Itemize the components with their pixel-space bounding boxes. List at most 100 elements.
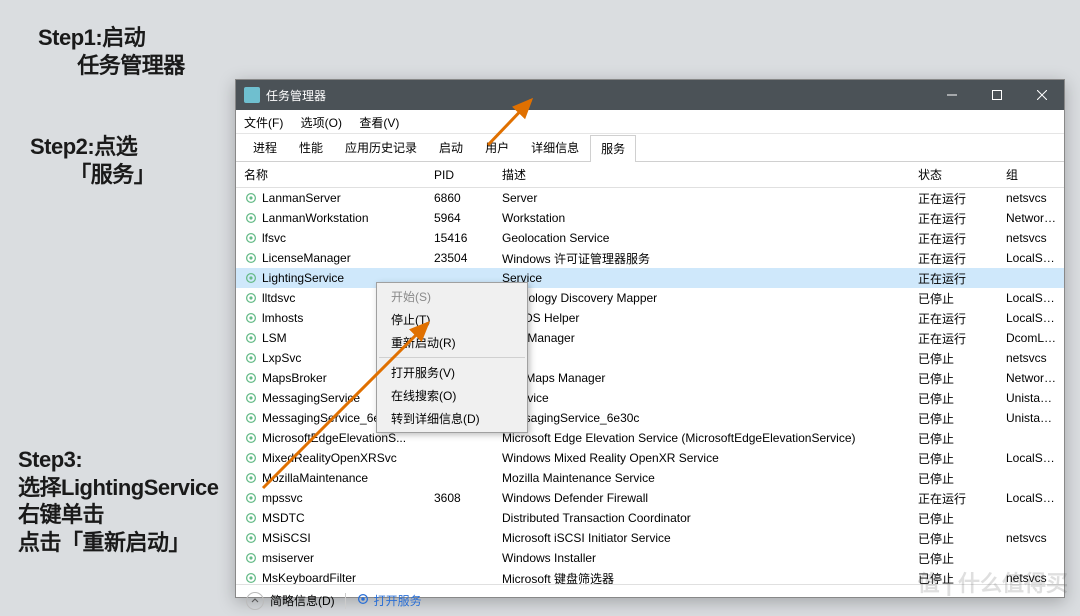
gear-icon	[244, 251, 258, 265]
service-group: netsvcs	[1006, 231, 1064, 245]
gear-icon	[244, 231, 258, 245]
fewer-details[interactable]: 简略信息(D)	[270, 592, 335, 609]
service-status: 已停止	[918, 350, 1006, 367]
tab-details[interactable]: 详细信息	[520, 134, 590, 161]
table-row[interactable]: lltdsvcr Topology Discovery Mapper已停止Loc…	[236, 288, 1064, 308]
col-name[interactable]: 名称	[244, 166, 434, 183]
gear-icon	[244, 371, 258, 385]
table-row[interactable]: MSDTCDistributed Transaction Coordinator…	[236, 508, 1064, 528]
maximize-button[interactable]	[974, 80, 1019, 110]
service-name: LSM	[262, 331, 287, 345]
service-group: netsvcs	[1006, 351, 1064, 365]
service-status: 正在运行	[918, 210, 1006, 227]
gear-icon	[244, 491, 258, 505]
table-row[interactable]: lmhostsetBIOS Helper正在运行LocalService...	[236, 308, 1064, 328]
service-name: MSiSCSI	[262, 531, 311, 545]
table-row[interactable]: MozillaMaintenanceMozilla Maintenance Se…	[236, 468, 1064, 488]
service-status: 已停止	[918, 450, 1006, 467]
app-icon	[244, 87, 260, 103]
window-title: 任务管理器	[266, 87, 326, 104]
service-desc: Mozilla Maintenance Service	[502, 471, 918, 485]
service-desc: 服务	[502, 350, 918, 367]
service-desc: Microsoft iSCSI Initiator Service	[502, 531, 918, 545]
minimize-button[interactable]	[929, 80, 974, 110]
ctx-search-online[interactable]: 在线搜索(O)	[377, 384, 527, 407]
service-pid: 5964	[434, 211, 502, 225]
tab-services[interactable]: 服务	[590, 135, 636, 162]
service-status: 已停止	[918, 470, 1006, 487]
tab-startup[interactable]: 启动	[428, 134, 474, 161]
table-row[interactable]: MessagingService_6e30cMessagingService_6…	[236, 408, 1064, 428]
open-services-link[interactable]: 打开服务	[356, 592, 422, 609]
service-desc: Service	[502, 271, 918, 285]
service-name: LxpSvc	[262, 351, 301, 365]
annotation-step2: Step2:点选 「服务」	[30, 133, 155, 188]
service-group: UnistackSvcG...	[1006, 391, 1064, 405]
service-desc: MessagingService_6e30c	[502, 411, 918, 425]
col-group[interactable]: 组	[1006, 166, 1064, 183]
table-row[interactable]: MixedRealityOpenXRSvcWindows Mixed Reali…	[236, 448, 1064, 468]
service-desc: r Topology Discovery Mapper	[502, 291, 918, 305]
service-status: 正在运行	[918, 270, 1006, 287]
service-group: LocalSystem...	[1006, 451, 1064, 465]
service-status: 已停止	[918, 530, 1006, 547]
ctx-open-services[interactable]: 打开服务(V)	[377, 361, 527, 384]
column-headers[interactable]: 名称 PID 描述 状态 组	[236, 162, 1064, 188]
service-group: DcomLaunch	[1006, 331, 1064, 345]
col-pid[interactable]: PID	[434, 168, 502, 182]
ctx-stop[interactable]: 停止(T)	[377, 308, 527, 331]
table-row[interactable]: LightingServiceService正在运行	[236, 268, 1064, 288]
table-row[interactable]: MSiSCSI Microsoft iSCSI Initiator Service…	[236, 528, 1064, 548]
menu-options[interactable]: 选项(O)	[301, 116, 342, 130]
tab-apphistory[interactable]: 应用历史记录	[334, 134, 428, 161]
service-group: LocalService	[1006, 291, 1064, 305]
table-row[interactable]: MicrosoftEdgeElevationS...Microsoft Edge…	[236, 428, 1064, 448]
service-status: 已停止	[918, 390, 1006, 407]
gear-icon	[244, 271, 258, 285]
table-row[interactable]: lfsvc15416Geolocation Service正在运行netsvcs	[236, 228, 1064, 248]
service-desc: Windows Mixed Reality OpenXR Service	[502, 451, 918, 465]
service-desc: Server	[502, 191, 918, 205]
tab-processes[interactable]: 进程	[242, 134, 288, 161]
menu-file[interactable]: 文件(F)	[244, 116, 283, 130]
table-row[interactable]: LanmanServer6860Server正在运行netsvcs	[236, 188, 1064, 208]
service-name: mpssvc	[262, 491, 303, 505]
col-desc[interactable]: 描述	[502, 166, 918, 183]
gear-icon	[244, 451, 258, 465]
col-status[interactable]: 状态	[918, 166, 1006, 183]
service-desc: Windows Installer	[502, 551, 918, 565]
close-button[interactable]	[1019, 80, 1064, 110]
service-group: LocalService...	[1006, 491, 1064, 505]
ctx-restart[interactable]: 重新启动(R)	[377, 331, 527, 354]
table-row[interactable]: LSMsion Manager正在运行DcomLaunch	[236, 328, 1064, 348]
service-desc: ded Maps Manager	[502, 371, 918, 385]
service-name: MicrosoftEdgeElevationS...	[262, 431, 406, 445]
service-name: LanmanServer	[262, 191, 341, 205]
gear-icon	[244, 531, 258, 545]
titlebar[interactable]: 任务管理器	[236, 80, 1064, 110]
service-desc: Windows Defender Firewall	[502, 491, 918, 505]
service-name: MessagingService	[262, 391, 360, 405]
fewer-details-icon[interactable]	[246, 592, 264, 610]
service-list[interactable]: LanmanServer6860Server正在运行netsvcsLanmanW…	[236, 188, 1064, 584]
table-row[interactable]: mpssvc3608Windows Defender Firewall正在运行L…	[236, 488, 1064, 508]
service-name: lltdsvc	[262, 291, 295, 305]
gear-icon	[244, 551, 258, 565]
service-status: 已停止	[918, 430, 1006, 447]
menubar: 文件(F) 选项(O) 查看(V)	[236, 110, 1064, 134]
menu-view[interactable]: 查看(V)	[359, 116, 399, 130]
tab-users[interactable]: 用户	[474, 134, 520, 161]
ctx-goto-details[interactable]: 转到详细信息(D)	[377, 407, 527, 430]
table-row[interactable]: MapsBrokerded Maps Manager已停止NetworkServ…	[236, 368, 1064, 388]
table-row[interactable]: LanmanWorkstation5964Workstation正在运行Netw…	[236, 208, 1064, 228]
table-row[interactable]: LicenseManager23504Windows 许可证管理器服务正在运行L…	[236, 248, 1064, 268]
service-group: netsvcs	[1006, 531, 1064, 545]
table-row[interactable]: LxpSvc 服务已停止netsvcs	[236, 348, 1064, 368]
service-desc: Geolocation Service	[502, 231, 918, 245]
service-group: LocalService	[1006, 251, 1064, 265]
service-status: 正在运行	[918, 230, 1006, 247]
table-row[interactable]: MessagingServicegService已停止UnistackSvcG.…	[236, 388, 1064, 408]
tab-performance[interactable]: 性能	[288, 134, 334, 161]
service-group: NetworkServi...	[1006, 211, 1064, 225]
ctx-start[interactable]: 开始(S)	[377, 285, 527, 308]
